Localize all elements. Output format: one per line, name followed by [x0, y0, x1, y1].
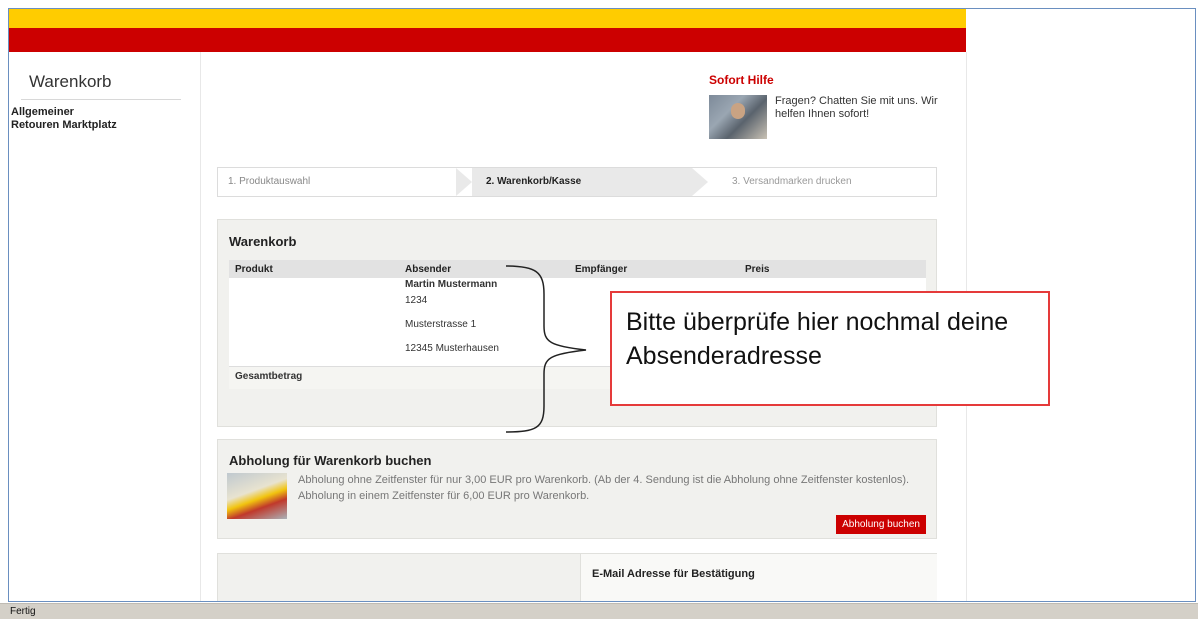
- header-yellow-bar: [9, 9, 966, 28]
- sidebar-divider: [21, 99, 181, 100]
- sidebar: Warenkorb Allgemeiner Retouren Marktplat…: [9, 52, 201, 601]
- step-active-arrow: [692, 168, 708, 196]
- sidebar-link-retouren-marktplatz[interactable]: Allgemeiner Retouren Marktplatz: [11, 106, 117, 132]
- pickup-title: Abholung für Warenkorb buchen: [229, 453, 432, 468]
- help-box: Sofort Hilfe Fragen? Chatten Sie mit uns…: [709, 73, 949, 139]
- status-bar: Fertig: [0, 603, 1198, 619]
- email-section-divider: [580, 554, 581, 601]
- column-price: Preis: [739, 260, 926, 278]
- step-divider-arrow: [456, 168, 472, 196]
- checkout-progress: 1. Produktauswahl 2. Warenkorb/Kasse 3. …: [217, 167, 937, 197]
- curly-brace-annotation: [506, 265, 587, 433]
- browser-viewport: Warenkorb Allgemeiner Retouren Marktplat…: [8, 8, 1196, 602]
- pickup-panel: Abholung für Warenkorb buchen Abholung o…: [217, 439, 937, 539]
- email-panel: E-Mail Adresse für Bestätigung: [217, 553, 937, 601]
- cart-title: Warenkorb: [229, 234, 297, 249]
- column-product: Produkt: [229, 260, 399, 278]
- step-product-selection[interactable]: 1. Produktauswahl: [228, 168, 310, 196]
- help-text: Fragen? Chatten Sie mit uns. Wir helfen …: [775, 95, 938, 120]
- step-print-labels: 3. Versandmarken drucken: [732, 176, 852, 187]
- header-red-bar: [9, 28, 966, 52]
- step-cart-checkout: 2. Warenkorb/Kasse: [486, 176, 582, 187]
- help-title[interactable]: Sofort Hilfe: [709, 73, 949, 87]
- annotation-callout: Bitte überprüfe hier nochmal deine Absen…: [610, 291, 1050, 406]
- book-pickup-button[interactable]: Abholung buchen: [836, 515, 926, 534]
- help-chat-photo[interactable]: [709, 95, 767, 139]
- pickup-description: Abholung ohne Zeitfenster für nur 3,00 E…: [298, 474, 910, 502]
- cell-product: [229, 278, 399, 367]
- sidebar-title: Warenkorb: [29, 72, 112, 91]
- courier-photo: [227, 473, 287, 519]
- email-label: E-Mail Adresse für Bestätigung: [592, 568, 755, 580]
